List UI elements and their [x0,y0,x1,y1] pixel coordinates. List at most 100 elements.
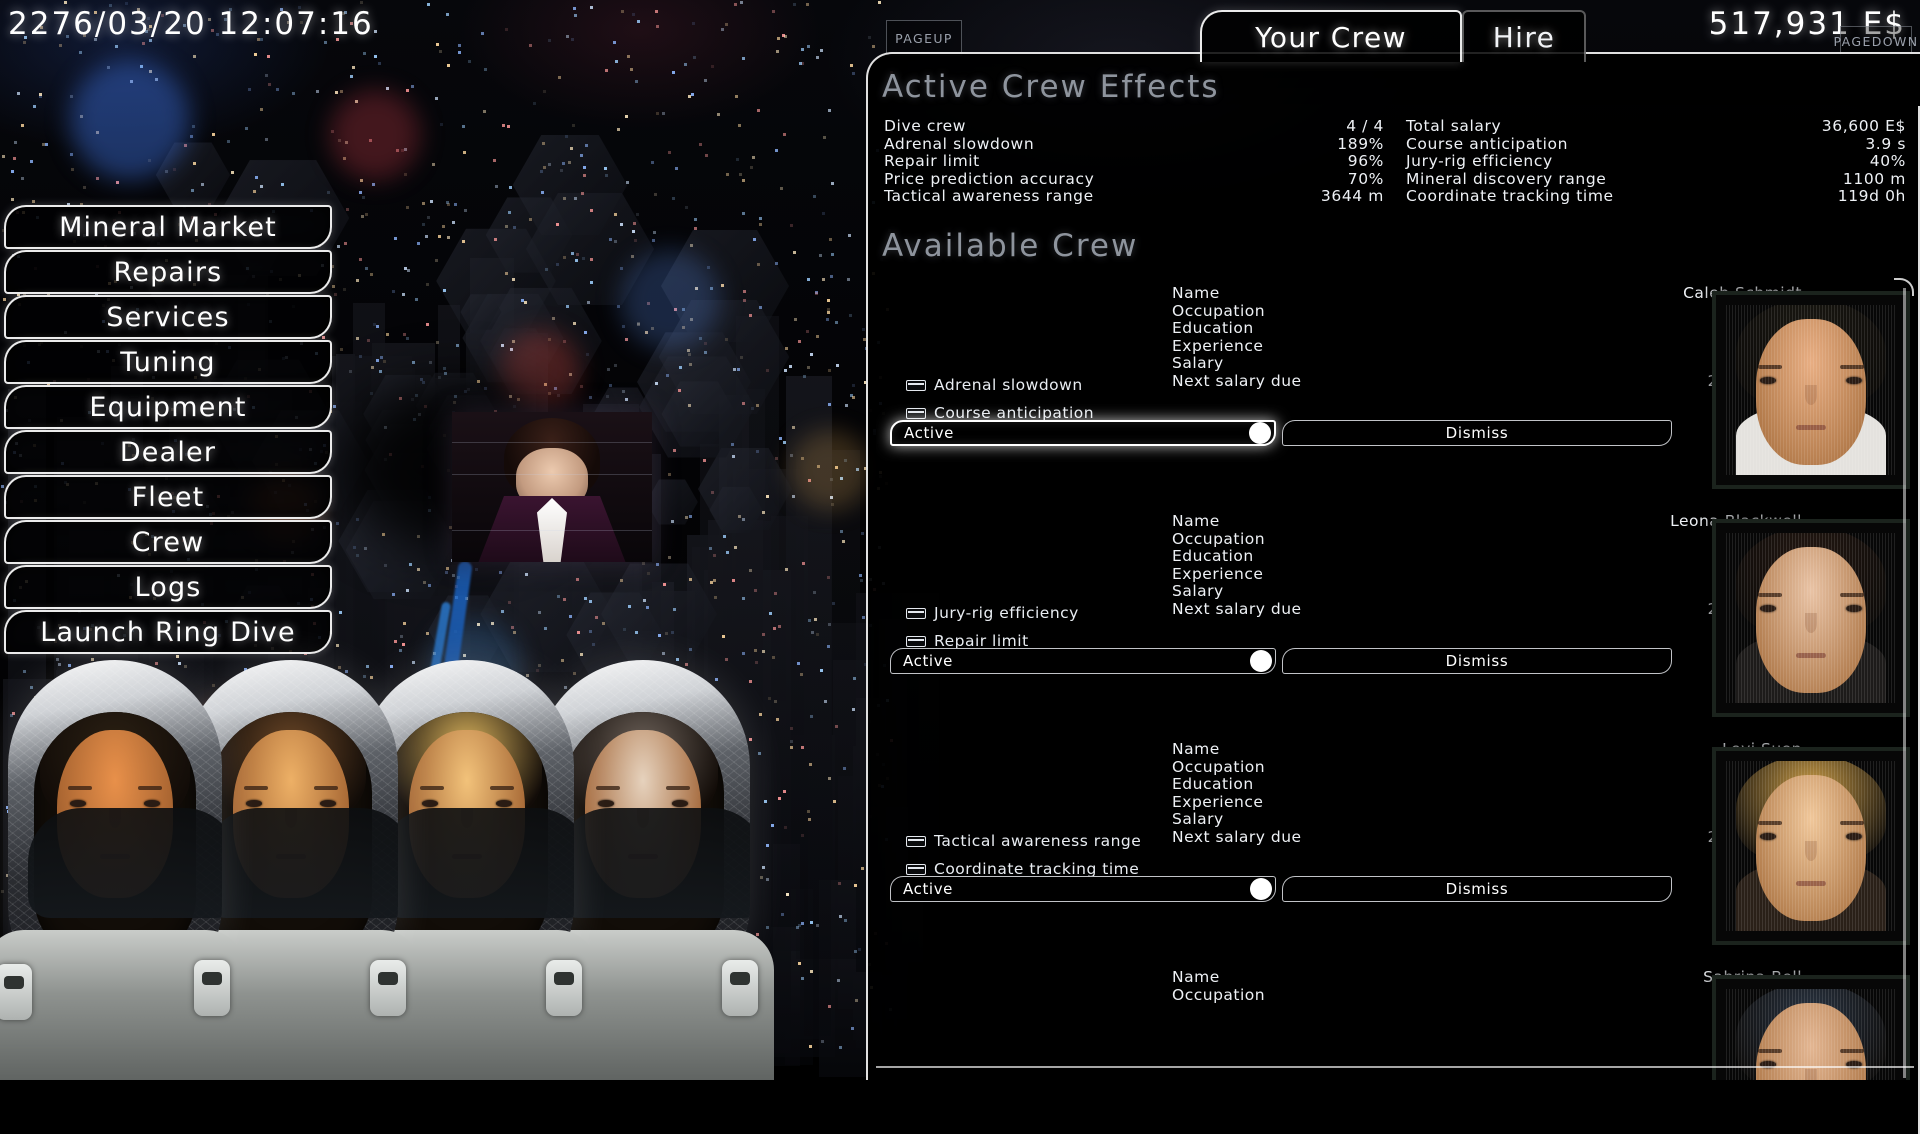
crew-field: Experience Expert [1172,794,1802,812]
crew-portrait [1712,747,1910,945]
crew-field-label: Salary [1172,583,1224,601]
stat-key: Tactical awareness range [884,188,1094,206]
stat-row: Tactical awareness range 3644 m [884,188,1384,206]
menu-item-crew[interactable]: Crew [4,520,332,564]
stat-key: Adrenal slowdown [884,136,1034,154]
stat-row: Repair limit 96% [884,153,1384,171]
crew-dismiss-button[interactable]: Dismiss [1282,420,1672,446]
crew-list: Adrenal slowdown Course anticipation Nam… [876,285,1916,1080]
stat-value: 1100 m [1843,171,1906,189]
game-clock: 2276/03/20 12:07:16 [8,6,374,42]
crew-field: Education High [1172,776,1802,794]
crew-field: Name Sabrina Bell [1172,969,1802,987]
stat-row: Mineral discovery range 1100 m [1406,171,1906,189]
menu-item-tuning[interactable]: Tuning [4,340,332,384]
crew-suits-group [0,660,770,1080]
crew-card: Adrenal slowdown Course anticipation Nam… [876,285,1916,513]
crew-field-label: Experience [1172,794,1263,812]
crew-field: Next salary due 2276/04/14 [1172,373,1802,391]
crew-field: Next salary due 2276/04/09 [1172,829,1802,847]
stat-value: 4 / 4 [1346,118,1384,136]
crew-field-label: Occupation [1172,987,1265,1005]
skill-bar-icon [906,864,926,875]
crew-field: Name Caleb Schmidt [1172,285,1802,303]
crew-active-label: Active [904,424,954,442]
stat-key: Repair limit [884,153,980,171]
skill-bar-icon [906,836,926,847]
crew-field-label: Experience [1172,566,1263,584]
panel-tabs: Your CrewHire [1200,10,1586,62]
crew-info: Name Sabrina Bell Occupation Geologist [1172,969,1802,1004]
crew-list-scrollbar[interactable] [1903,288,1906,1078]
crew-field: Occupation Geologist [1172,987,1802,1005]
stat-value: 3.9 s [1865,136,1906,154]
tab-your-crew[interactable]: Your Crew [1200,10,1462,62]
stat-row: Coordinate tracking time 119d 0h [1406,188,1906,206]
crew-active-toggle[interactable]: Active [890,876,1276,902]
menu-item-repairs[interactable]: Repairs [4,250,332,294]
billboard-figure-hair [504,418,600,498]
toggle-knob[interactable] [1250,878,1272,900]
crew-skill-label: Tactical awareness range [934,832,1141,850]
stat-key: Mineral discovery range [1406,171,1606,189]
menu-item-logs[interactable]: Logs [4,565,332,609]
crew-field-label: Occupation [1172,303,1265,321]
stat-row: Price prediction accuracy 70% [884,171,1384,189]
toggle-knob[interactable] [1250,650,1272,672]
skill-bar-icon [906,608,926,619]
stat-row: Dive crew 4 / 4 [884,118,1384,136]
crew-field: Occupation Mechanic [1172,531,1802,549]
tab-hire[interactable]: Hire [1462,10,1586,62]
crew-field: Next salary due 2276/04/09 [1172,601,1802,619]
crew-field-label: Name [1172,513,1220,531]
crew-field-label: Salary [1172,811,1224,829]
crew-card: Jury-rig efficiency Repair limit Name Le… [876,513,1916,741]
crew-card: Tactical awareness range Coordinate trac… [876,741,1916,969]
toggle-knob[interactable] [1249,422,1271,444]
crew-info: Name Levi Suen Occupation Astrogator Edu… [1172,741,1802,846]
stat-key: Dive crew [884,118,966,136]
stat-key: Course anticipation [1406,136,1568,154]
menu-item-fleet[interactable]: Fleet [4,475,332,519]
main-menu: Mineral MarketRepairsServicesTuningEquip… [4,205,332,655]
crew-field: Education Self-taught [1172,548,1802,566]
crew-field-label: Salary [1172,355,1224,373]
crew-active-label: Active [903,652,953,670]
stat-value: 70% [1348,171,1384,189]
menu-item-mineral-market[interactable]: Mineral Market [4,205,332,249]
crew-field: Name Levi Suen [1172,741,1802,759]
menu-item-equipment[interactable]: Equipment [4,385,332,429]
crew-field-label: Education [1172,548,1254,566]
pageup-button[interactable]: PAGEUP [886,20,962,56]
crew-field-label: Name [1172,969,1220,987]
stat-row: Jury-rig efficiency 40% [1406,153,1906,171]
stat-row: Course anticipation 3.9 s [1406,136,1906,154]
crew-active-toggle[interactable]: Active [890,648,1276,674]
skill-bar-icon [906,408,926,419]
available-crew-title: Available Crew [882,228,1138,264]
crew-dismiss-button[interactable]: Dismiss [1282,648,1672,674]
crew-field-label: Experience [1172,338,1263,356]
menu-item-launch-ring-dive[interactable]: Launch Ring Dive [4,610,332,654]
menu-item-services[interactable]: Services [4,295,332,339]
crew-actions: Active Dismiss [890,648,1800,674]
stat-value: 3644 m [1321,188,1384,206]
stat-value: 40% [1870,153,1906,171]
effects-stats-right: Total salary 36,600 E$ Course anticipati… [1406,118,1906,206]
crew-portrait [1712,975,1910,1080]
crew-field-label: Occupation [1172,759,1265,777]
crew-skill-label: Jury-rig efficiency [934,604,1079,622]
crew-field: Salary 3,300 E$ [1172,583,1802,601]
menu-item-dealer[interactable]: Dealer [4,430,332,474]
crew-field: Occupation Pilot [1172,303,1802,321]
crew-field: Salary 18,200 E$ [1172,355,1802,373]
billboard-screen [452,412,652,562]
crew-field-label: Name [1172,741,1220,759]
skill-bar-icon [906,636,926,647]
crew-active-toggle[interactable]: Active [890,420,1276,446]
crew-dismiss-button[interactable]: Dismiss [1282,876,1672,902]
crew-suit-figure [0,660,240,1080]
crew-field: Experience Expert [1172,338,1802,356]
crew-skill-label: Adrenal slowdown [934,376,1083,394]
crew-field-label: Occupation [1172,531,1265,549]
